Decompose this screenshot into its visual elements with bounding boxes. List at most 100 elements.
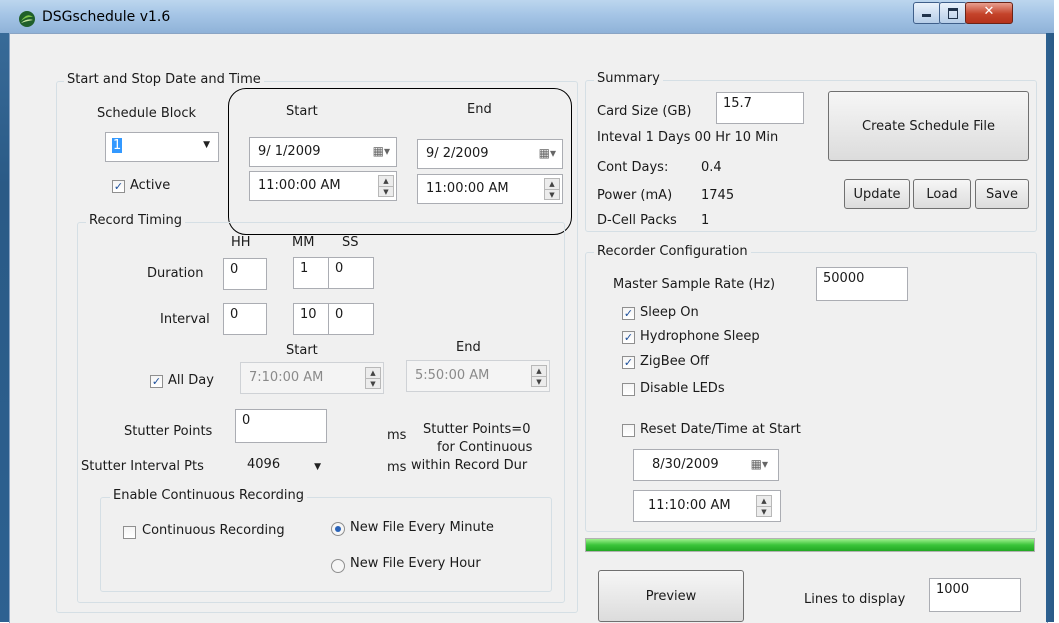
new-file-minute-radio[interactable] <box>331 522 345 536</box>
minimize-button[interactable] <box>913 2 941 24</box>
card-size-value: 15.7 <box>723 96 752 111</box>
stutter-interval-value: 4096 <box>247 457 281 472</box>
interval-hh-field[interactable]: 0 <box>223 303 267 335</box>
hh-header: HH <box>231 235 251 250</box>
spin-down-icon: ▼ <box>536 378 542 386</box>
update-button[interactable]: Update <box>844 179 910 209</box>
cont-days-label: Cont Days: <box>597 160 669 175</box>
spin-up-icon[interactable]: ▲ <box>379 176 393 187</box>
power-value: 1745 <box>701 188 735 203</box>
create-schedule-file-button[interactable]: Create Schedule File <box>828 91 1029 161</box>
save-button[interactable]: Save <box>975 179 1029 209</box>
interval-hh-value: 0 <box>230 307 239 322</box>
day-end-time-value: 5:50:00 AM <box>415 368 490 383</box>
schedule-block-label: Schedule Block <box>97 106 197 121</box>
continuous-recording-label: Continuous Recording <box>142 523 285 538</box>
stutter-note-1: Stutter Points=0 <box>423 422 531 437</box>
spin-down-icon[interactable]: ▼ <box>379 187 393 197</box>
new-file-hour-radio[interactable] <box>331 559 345 573</box>
schedule-block-dropdown[interactable]: 1 ▼ <box>105 132 219 162</box>
reset-date-picker[interactable]: 8/30/2009 ▦▾ <box>633 449 779 481</box>
duration-ss-value: 0 <box>335 261 344 276</box>
hydrophone-sleep-label: Hydrophone Sleep <box>640 329 760 344</box>
interval-label: Interval <box>160 312 210 327</box>
stutter-interval-dropdown[interactable]: 4096 ▼ <box>240 450 330 482</box>
close-button[interactable]: ✕ <box>965 2 1013 24</box>
calendar-icon: ▦▾ <box>372 144 390 158</box>
duration-ss-field[interactable]: 0 <box>328 257 374 289</box>
day-start-header: Start <box>286 343 318 358</box>
dcell-value: 1 <box>701 213 710 228</box>
window-right-border <box>1046 33 1054 622</box>
reset-time-spinner[interactable]: ▲ ▼ <box>756 495 772 517</box>
day-end-spinner: ▲ ▼ <box>531 365 547 387</box>
stutter-points-field[interactable]: 0 <box>235 409 327 443</box>
stutter-note-2: for Continuous <box>437 440 533 455</box>
start-time-field[interactable]: 11:00:00 AM ▲ ▼ <box>249 171 397 201</box>
spin-up-icon: ▲ <box>532 366 546 377</box>
end-time-spinner[interactable]: ▲ ▼ <box>544 178 560 200</box>
chevron-down-icon: ▼ <box>314 462 321 472</box>
cont-days-value: 0.4 <box>701 160 722 175</box>
end-date-value: 9/ 2/2009 <box>426 146 489 161</box>
sleep-on-label: Sleep On <box>640 305 699 320</box>
mm-header: MM <box>292 235 315 250</box>
calendar-icon: ▦▾ <box>538 146 556 160</box>
spin-down-icon[interactable]: ▼ <box>545 190 559 200</box>
card-size-label: Card Size (GB) <box>597 104 692 119</box>
start-time-value: 11:00:00 AM <box>258 178 341 193</box>
progress-fill <box>586 539 1034 551</box>
schedule-block-value: 1 <box>112 138 123 153</box>
hydrophone-sleep-checkbox[interactable]: ✓ <box>622 331 635 344</box>
end-time-value: 11:00:00 AM <box>426 181 509 196</box>
lines-to-display-field[interactable]: 1000 <box>929 578 1021 612</box>
interval-ss-field[interactable]: 0 <box>328 303 374 335</box>
zigbee-off-label: ZigBee Off <box>640 354 710 369</box>
stutter-interval-ms: ms <box>387 460 407 475</box>
spin-up-icon[interactable]: ▲ <box>545 179 559 190</box>
stutter-points-label: Stutter Points <box>124 424 213 439</box>
card-size-field[interactable]: 15.7 <box>716 92 804 124</box>
title-bar[interactable]: DSGschedule v1.6 ✕ <box>0 0 1054 33</box>
window-title: DSGschedule v1.6 <box>42 9 171 25</box>
active-checkbox[interactable]: ✓ <box>112 180 125 193</box>
disable-leds-label: Disable LEDs <box>640 381 725 396</box>
spin-down-icon: ▼ <box>370 380 376 388</box>
end-time-field[interactable]: 11:00:00 AM ▲ ▼ <box>417 174 563 204</box>
continuous-recording-checkbox[interactable] <box>123 526 136 539</box>
interval-mm-value: 10 <box>300 307 317 322</box>
sample-rate-field[interactable]: 50000 <box>816 267 908 301</box>
end-header: End <box>467 102 492 117</box>
duration-hh-field[interactable]: 0 <box>223 258 267 290</box>
start-date-picker[interactable]: 9/ 1/2009 ▦▾ <box>249 137 397 167</box>
start-date-value: 9/ 1/2009 <box>258 144 321 159</box>
sample-rate-value: 50000 <box>823 271 865 286</box>
load-button[interactable]: Load <box>913 179 971 209</box>
recorder-config-group-title: Recorder Configuration <box>594 244 751 259</box>
duration-mm-value: 1 <box>300 261 309 276</box>
reset-time-field[interactable]: 11:10:00 AM ▲ ▼ <box>633 490 781 522</box>
dcell-label: D-Cell Packs <box>597 213 677 228</box>
duration-hh-value: 0 <box>230 262 239 277</box>
chevron-down-icon: ▼ <box>203 140 210 150</box>
day-start-spinner: ▲ ▼ <box>365 367 381 389</box>
maximize-button[interactable] <box>939 2 967 24</box>
end-date-picker[interactable]: 9/ 2/2009 ▦▾ <box>417 139 563 169</box>
stutter-interval-label: Stutter Interval Pts <box>81 459 204 474</box>
all-day-label: All Day <box>168 373 214 388</box>
new-file-minute-label: New File Every Minute <box>350 520 494 535</box>
spin-up-icon[interactable]: ▲ <box>757 496 771 507</box>
stutter-points-ms: ms <box>387 428 407 443</box>
sleep-on-checkbox[interactable]: ✓ <box>622 307 635 320</box>
reset-datetime-checkbox[interactable] <box>622 424 635 437</box>
spin-down-icon[interactable]: ▼ <box>757 507 771 517</box>
reset-time-value: 11:10:00 AM <box>648 498 731 513</box>
disable-leds-checkbox[interactable] <box>622 383 635 396</box>
start-stop-group-title: Start and Stop Date and Time <box>64 72 264 87</box>
app-logo-icon <box>19 11 35 27</box>
start-time-spinner[interactable]: ▲ ▼ <box>378 175 394 197</box>
preview-button[interactable]: Preview <box>598 570 744 622</box>
all-day-checkbox[interactable]: ✓ <box>150 375 163 388</box>
zigbee-off-checkbox[interactable]: ✓ <box>622 356 635 369</box>
minimize-icon <box>922 14 931 17</box>
